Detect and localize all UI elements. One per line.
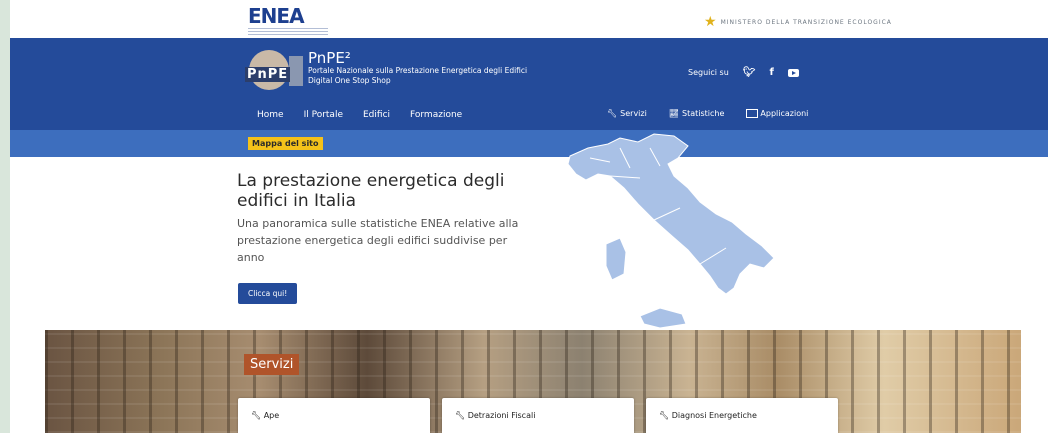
twitter-icon[interactable]: 🐦︎ <box>743 67 756 78</box>
service-card-detrazioni[interactable]: 🔧︎ Detrazioni Fiscali <box>442 398 634 433</box>
hero-subtitle: Una panoramica sulle statistiche ENEA re… <box>237 217 519 264</box>
services-heading: Servizi <box>244 354 300 375</box>
nav-item-formazione[interactable]: Formazione <box>410 110 462 120</box>
window-icon <box>746 109 759 118</box>
social-links: Seguici su 🐦︎ f <box>688 67 799 78</box>
nav-statistiche-label: Statistiche <box>681 109 725 118</box>
nav-item-il-portale[interactable]: Il Portale <box>304 110 343 120</box>
nav-item-statistiche[interactable]: 📈︎ Statistiche <box>669 109 725 118</box>
site-title: PnPE² <box>308 49 351 67</box>
youtube-icon[interactable] <box>787 68 799 77</box>
enea-logo-subtitle <box>248 28 328 36</box>
nav-item-edifici[interactable]: Edifici <box>363 110 390 120</box>
nav-item-home[interactable]: Home <box>257 110 284 120</box>
ministero-text: MINISTERO DELLA TRANSIZIONE ECOLOGICA <box>720 18 892 26</box>
service-card-diagnosi-label: 🔧︎ Diagnosi Energetiche <box>659 411 757 420</box>
top-bar: ENEA ★ MINISTERO DELLA TRANSIZIONE ECOLO… <box>10 0 1048 38</box>
wrench-icon: 🔧︎ <box>659 411 670 420</box>
nav-item-servizi[interactable]: 🔧︎ Servizi <box>607 109 647 118</box>
service-diagnosi-text: Diagnosi Energetiche <box>671 411 757 420</box>
sitemap-button[interactable]: Mappa del sito <box>248 137 323 150</box>
pnpe-logo[interactable]: PnPE <box>245 50 303 94</box>
follow-label: Seguici su <box>688 68 729 77</box>
ministero-logo[interactable]: ★ MINISTERO DELLA TRANSIZIONE ECOLOGICA <box>704 14 892 30</box>
italy-map-icon <box>567 133 775 329</box>
wrench-icon: 🔧︎ <box>455 411 466 420</box>
building-icon <box>289 56 303 86</box>
page: ENEA ★ MINISTERO DELLA TRANSIZIONE ECOLO… <box>10 0 1048 433</box>
facebook-icon[interactable]: f <box>769 67 773 78</box>
secondary-nav: 🔧︎ Servizi 📈︎ Statistiche Applicazioni <box>607 109 808 118</box>
site-subtitle: Portale Nazionale sulla Prestazione Ener… <box>308 66 528 75</box>
nav-applicazioni-label: Applicazioni <box>760 109 809 118</box>
service-ape-text: Ape <box>263 411 280 420</box>
service-card-diagnosi[interactable]: 🔧︎ Diagnosi Energetiche <box>646 398 838 433</box>
site-tagline: Digital One Stop Shop <box>308 76 391 85</box>
main-nav: Home Il Portale Edifici Formazione <box>257 110 462 120</box>
service-card-ape[interactable]: 🔧︎ Ape <box>238 398 430 433</box>
service-detrazioni-text: Detrazioni Fiscali <box>467 411 536 420</box>
nav-servizi-label: Servizi <box>620 109 647 118</box>
service-card-detrazioni-label: 🔧︎ Detrazioni Fiscali <box>455 411 535 420</box>
pnpe-logo-text: PnPE <box>245 67 291 82</box>
nav-item-applicazioni[interactable]: Applicazioni <box>746 109 808 118</box>
services-banner: Servizi 🔧︎ Ape 🔧︎ Detrazioni Fiscali 🔧︎ … <box>45 330 1021 433</box>
clicca-qui-button[interactable]: Clicca qui! <box>238 283 298 304</box>
hero-title: La prestazione energetica degli edifici … <box>237 171 505 211</box>
service-card-ape-label: 🔧︎ Ape <box>251 411 279 420</box>
wrench-icon: 🔧︎ <box>607 109 618 118</box>
chart-icon: 📈︎ <box>668 109 679 118</box>
brand-title: PnPE² Portale Nazionale sulla Prestazion… <box>308 50 527 86</box>
enea-logo-text: ENEA <box>248 4 305 28</box>
enea-logo[interactable]: ENEA <box>248 6 328 36</box>
wrench-icon: 🔧︎ <box>251 411 262 420</box>
star-icon: ★ <box>704 14 717 30</box>
sub-header-strip <box>10 130 1048 157</box>
site-header: PnPE PnPE² Portale Nazionale sulla Prest… <box>10 38 1048 130</box>
